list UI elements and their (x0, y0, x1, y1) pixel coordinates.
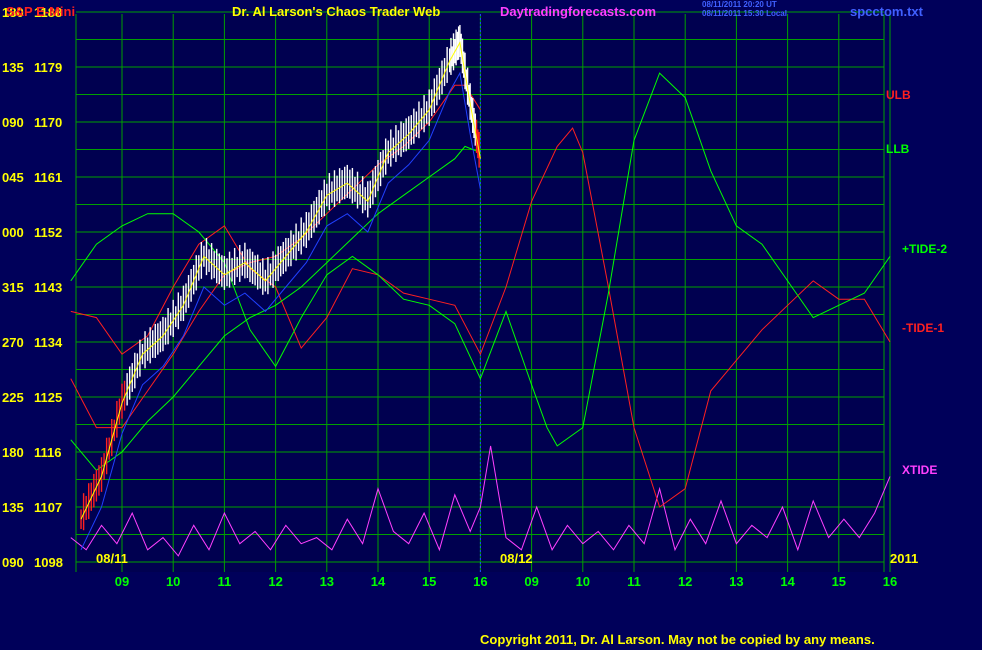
y-price-tick: 1116 (34, 445, 62, 460)
y-price-tick: 1107 (34, 500, 62, 515)
date-label-1: 08/11 (96, 551, 128, 566)
tide-plus-label: +TIDE-2 (902, 242, 947, 256)
x-hour-tick: 13 (729, 574, 743, 589)
filename-label: spcctom.txt (850, 4, 924, 19)
x-hour-tick: 14 (371, 574, 386, 589)
y-angle-tick: 135 (2, 500, 24, 515)
x-hour-tick: 15 (832, 574, 846, 589)
y-angle-tick: 090 (2, 555, 24, 570)
y-angle-tick: 270 (2, 335, 24, 350)
y-price-tick: 1179 (34, 60, 62, 75)
timestamp-ut: 08/11/2011 20:20 UT (702, 0, 777, 9)
chart-canvas: 180 1188135 1179090 1170045 1161000 1152315 11… (0, 0, 982, 650)
x-hour-tick: 12 (678, 574, 692, 589)
y-angle-tick: 135 (2, 60, 24, 75)
x-hour-tick: 16 (473, 574, 487, 589)
x-hour-tick: 11 (627, 574, 641, 589)
copyright-text: Copyright 2011, Dr. Al Larson. May not b… (480, 632, 875, 647)
y-price-tick: 1170 (34, 115, 62, 130)
timestamp-local: 08/11/2011 15:30 Local (702, 9, 787, 18)
x-hour-tick: 10 (576, 574, 590, 589)
x-hour-tick: 10 (166, 574, 180, 589)
y-angle-tick: 090 (2, 115, 24, 130)
y-angle-tick: 045 (2, 170, 24, 185)
symbol-label: S&P E-Mini (6, 4, 75, 19)
x-hour-tick: 16 (883, 574, 897, 589)
ulb-label: ULB (886, 88, 911, 102)
y-angle-tick: 180 (2, 445, 24, 460)
x-hour-tick: 12 (268, 574, 282, 589)
chart-title: Dr. Al Larson's Chaos Trader Web (232, 4, 440, 19)
x-hour-tick: 13 (320, 574, 334, 589)
y-price-tick: 1161 (34, 170, 62, 185)
y-angle-tick: 000 (2, 225, 24, 240)
y-price-tick: 1098 (34, 555, 63, 570)
x-hour-tick: 15 (422, 574, 436, 589)
year-label: 2011 (890, 551, 918, 566)
tide-minus-label: -TIDE-1 (902, 321, 944, 335)
y-angle-tick: 225 (2, 390, 24, 405)
y-price-tick: 1134 (34, 335, 63, 350)
x-hour-tick: 11 (218, 574, 232, 589)
x-hour-tick: 09 (115, 574, 129, 589)
y-price-tick: 1125 (34, 390, 62, 405)
x-hour-tick: 09 (524, 574, 538, 589)
y-price-tick: 1152 (34, 225, 62, 240)
xtide-label: XTIDE (902, 463, 937, 477)
y-price-tick: 1143 (34, 280, 62, 295)
date-label-2: 08/12 (500, 551, 533, 566)
y-angle-tick: 315 (2, 280, 24, 295)
x-hour-tick: 14 (780, 574, 795, 589)
llb-label: LLB (886, 142, 910, 156)
site-label: Daytradingforecasts.com (500, 4, 656, 19)
